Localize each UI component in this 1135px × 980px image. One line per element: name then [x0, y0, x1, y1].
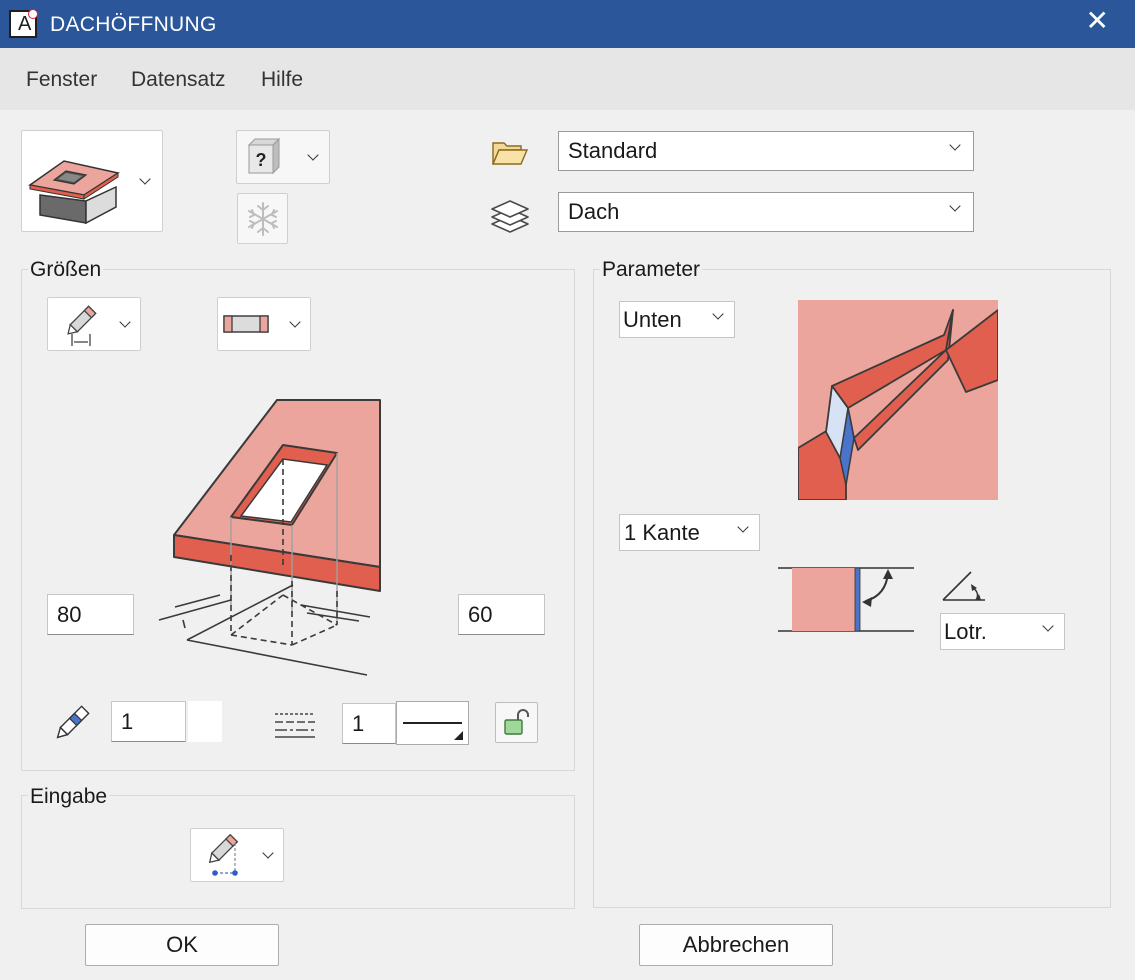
- help-dropdown[interactable]: ?: [236, 130, 330, 184]
- ok-button[interactable]: OK: [85, 924, 279, 966]
- line-sample: [403, 722, 462, 724]
- freeze-button[interactable]: [237, 193, 288, 244]
- angle-select[interactable]: Lotr.: [940, 613, 1065, 650]
- angle-icon: [942, 571, 985, 601]
- unlock-button[interactable]: [495, 702, 538, 743]
- linetype-input[interactable]: 1: [342, 703, 396, 744]
- chevron-down-icon: [949, 200, 961, 212]
- window-title: DACHÖFFNUNG: [50, 13, 217, 36]
- rafter-edge-diagram: [798, 300, 998, 500]
- cancel-button[interactable]: Abbrechen: [639, 924, 833, 966]
- edge-select[interactable]: 1 Kante: [619, 514, 760, 551]
- eingabe-group: [21, 795, 575, 909]
- folder-icon: [491, 142, 529, 165]
- pencil-points-icon: [208, 833, 239, 876]
- groessen-label: Größen: [28, 258, 104, 282]
- linestyle-select[interactable]: [396, 701, 469, 745]
- pen-thickness-input[interactable]: 1: [111, 701, 186, 742]
- corner-indicator-icon: [454, 731, 463, 740]
- unlock-icon: [504, 709, 529, 735]
- style-select[interactable]: Standard: [558, 131, 974, 171]
- width-input[interactable]: 80: [47, 594, 134, 635]
- chevron-down-icon: [262, 847, 274, 859]
- position-select[interactable]: Unten: [619, 301, 735, 338]
- pen-color-swatch[interactable]: [188, 701, 222, 742]
- chevron-down-icon: [737, 521, 749, 533]
- chevron-down-icon: [139, 173, 151, 185]
- roof-opening-icon: [28, 160, 120, 225]
- linetype-icon: [275, 713, 315, 738]
- dimension-mode-dropdown[interactable]: [47, 297, 141, 351]
- chevron-down-icon: [289, 316, 301, 328]
- help-cube-icon: ?: [247, 137, 281, 175]
- roof-opening-diagram: [158, 399, 381, 676]
- chevron-down-icon: [712, 308, 724, 320]
- chevron-down-icon: [307, 149, 319, 161]
- menu-datensatz[interactable]: Datensatz: [131, 68, 226, 92]
- rectangle-section-icon: [223, 315, 269, 333]
- menu-bar: Fenster Datensatz Hilfe: [0, 48, 1135, 110]
- element-type-dropdown[interactable]: [21, 130, 163, 232]
- pen-icon: [56, 705, 90, 739]
- app-icon: A: [9, 9, 38, 38]
- title-bar: A DACHÖFFNUNG ✕: [0, 0, 1135, 48]
- snowflake-icon: [248, 202, 278, 236]
- input-mode-dropdown[interactable]: [190, 828, 284, 882]
- layers-icon: [491, 200, 529, 233]
- chevron-down-icon: [119, 316, 131, 328]
- depth-input[interactable]: 60: [458, 594, 545, 635]
- chevron-down-icon: [949, 139, 961, 151]
- close-icon[interactable]: ✕: [1086, 7, 1109, 35]
- parameter-label: Parameter: [600, 258, 703, 282]
- pencil-dimension-icon: [67, 305, 97, 346]
- layer-select[interactable]: Dach: [558, 192, 974, 232]
- svg-text:?: ?: [256, 150, 267, 170]
- chevron-down-icon: [1042, 620, 1054, 632]
- opening-shape-dropdown[interactable]: [217, 297, 311, 351]
- menu-fenster[interactable]: Fenster: [26, 68, 97, 92]
- eingabe-label: Eingabe: [28, 785, 110, 809]
- menu-hilfe[interactable]: Hilfe: [261, 68, 303, 92]
- edge-angle-diagram: [778, 567, 914, 632]
